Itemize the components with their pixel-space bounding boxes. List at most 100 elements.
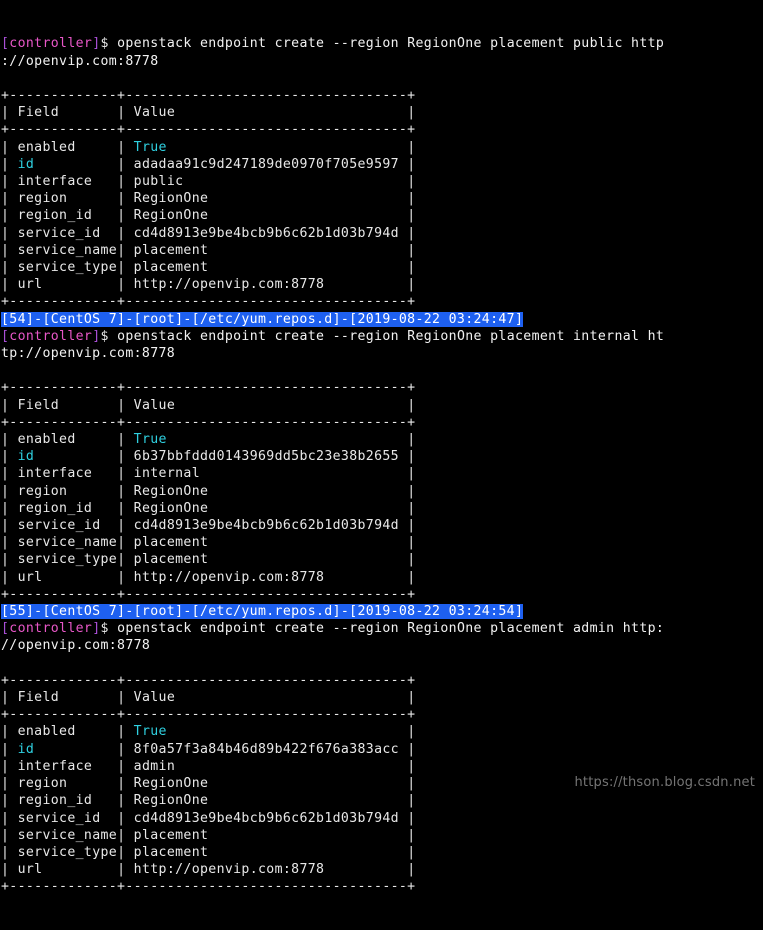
table-border: | [407, 277, 416, 293]
status-line: [54]-[CentOS 7]-[root]-[/etc/yum.repos.d… [1, 311, 763, 328]
prompt-command-line: [controller]$ openstack endpoint create … [1, 620, 763, 637]
table-border: | [117, 225, 134, 241]
table-border: | [1, 242, 18, 258]
table-border: | [1, 277, 18, 293]
table-border: | [407, 569, 416, 585]
table-border: | [117, 105, 134, 121]
command-text[interactable]: openstack endpoint create --region Regio… [117, 621, 664, 636]
table-rule: +-------------+-------------------------… [1, 88, 416, 103]
table-border: | [1, 724, 18, 740]
table-row: | service_type| placement | [1, 844, 763, 861]
table-cell-value: adadaa91c9d247189de0970f705e9597 [133, 156, 408, 172]
table-row: | interface | public | [1, 173, 763, 190]
table-border: | [1, 844, 18, 860]
table-border: | [117, 242, 134, 258]
watermark: https://thson.blog.csdn.net [574, 774, 755, 790]
table-cell-field: service_id [17, 225, 118, 241]
table-border: | [407, 225, 416, 241]
table-border: | [407, 191, 416, 207]
table-cell-field: interface [17, 466, 118, 482]
table-cell-field: service_name [17, 535, 118, 551]
table-border: | [117, 191, 134, 207]
table-cell-field: url [17, 569, 118, 585]
table-rule-bottom: +-------------+-------------------------… [1, 878, 763, 895]
prompt-dollar-sign: $ [100, 36, 118, 52]
table-row: | service_name| placement | [1, 827, 763, 844]
table-cell-field: service_type [17, 260, 118, 276]
table-border: | [117, 793, 134, 809]
table-border: | [117, 156, 134, 172]
table-cell-value: cd4d8913e9be4bcb9b6c62b1d03b794d [133, 225, 408, 241]
table-cell-value: 8f0a57f3a84b46d89b422f676a383acc [133, 741, 408, 757]
table-cell-field: interface [17, 174, 118, 190]
table-border: | [407, 260, 416, 276]
table-cell-value: placement [133, 844, 408, 860]
table-border: | [1, 432, 18, 448]
table-border: | [407, 518, 416, 534]
table-cell-value: cd4d8913e9be4bcb9b6c62b1d03b794d [133, 810, 408, 826]
prompt-close-bracket: ] [92, 328, 101, 344]
table-cell-field: enabled [17, 139, 118, 155]
table-border: | [1, 139, 18, 155]
table-border: | [117, 827, 134, 843]
table-cell-value: http://openvip.com:8778 [133, 569, 408, 585]
table-header-row: | Field | Value | [1, 397, 763, 414]
table-cell-field: url [17, 862, 118, 878]
table-rule-top: +-------------+-------------------------… [1, 379, 763, 396]
table-row: | enabled | True | [1, 431, 763, 448]
table-border: | [407, 827, 416, 843]
table-cell-field: url [17, 277, 118, 293]
command-wrap-line: ://openvip.com:8778 [1, 53, 763, 70]
table-cell-field: id [17, 156, 118, 172]
table-rule-mid: +-------------+-------------------------… [1, 706, 763, 723]
table-border: | [117, 483, 134, 499]
command-text[interactable]: openstack endpoint create --region Regio… [117, 329, 664, 344]
table-border: | [407, 242, 416, 258]
table-border: | [407, 552, 416, 568]
table-row: | id | adadaa91c9d247189de0970f705e9597 … [1, 156, 763, 173]
prompt-hostname: controller [9, 36, 93, 52]
table-border: | [1, 260, 18, 276]
table-cell-field: service_id [17, 518, 118, 534]
table-border: | [1, 449, 18, 465]
prompt-close-bracket: ] [92, 621, 101, 637]
command-text-continued[interactable]: tp://openvip.com:8778 [1, 346, 175, 361]
table-border: | [407, 690, 416, 706]
table-border: | [117, 776, 134, 792]
prompt-hostname: controller [9, 328, 93, 344]
table-border: | [407, 466, 416, 482]
table-border: | [1, 690, 18, 706]
status-line: [55]-[CentOS 7]-[root]-[/etc/yum.repos.d… [1, 603, 763, 620]
table-rule: +-------------+-------------------------… [1, 672, 416, 688]
table-cell-value: public [133, 174, 408, 190]
table-border: | [407, 208, 416, 224]
table-row: | service_type| placement | [1, 259, 763, 276]
table-cell-value: True [133, 139, 408, 155]
table-cell-field: region [17, 776, 118, 792]
table-cell-value: RegionOne [133, 208, 408, 224]
terminal-screen[interactable]: [controller]$ openstack endpoint create … [0, 0, 763, 894]
table-border: | [1, 862, 18, 878]
table-border: | [407, 844, 416, 860]
table-cell-field: region_id [17, 793, 118, 809]
table-cell-field: enabled [17, 724, 118, 740]
command-text-continued[interactable]: ://openvip.com:8778 [1, 54, 159, 69]
table-row: | region | RegionOne | [1, 483, 763, 500]
table-rule-bottom: +-------------+-------------------------… [1, 586, 763, 603]
table-cell-field: service_type [17, 552, 118, 568]
table-border: | [407, 862, 416, 878]
command-text-continued[interactable]: //openvip.com:8778 [1, 638, 150, 653]
prompt-command-line: [controller]$ openstack endpoint create … [1, 328, 763, 345]
table-row: | url | http://openvip.com:8778 | [1, 569, 763, 586]
prompt-command-line: [controller]$ openstack endpoint create … [1, 35, 763, 52]
table-border: | [407, 449, 416, 465]
table-border: | [117, 208, 134, 224]
table-cell-value: internal [133, 466, 408, 482]
table-border: | [1, 208, 18, 224]
command-text[interactable]: openstack endpoint create --region Regio… [117, 36, 664, 51]
terminal-output: [controller]$ openstack endpoint create … [1, 35, 763, 895]
table-rule: +-------------+-------------------------… [1, 707, 416, 723]
table-border: | [117, 174, 134, 190]
table-border: | [117, 741, 134, 757]
table-cell-value: placement [133, 552, 408, 568]
